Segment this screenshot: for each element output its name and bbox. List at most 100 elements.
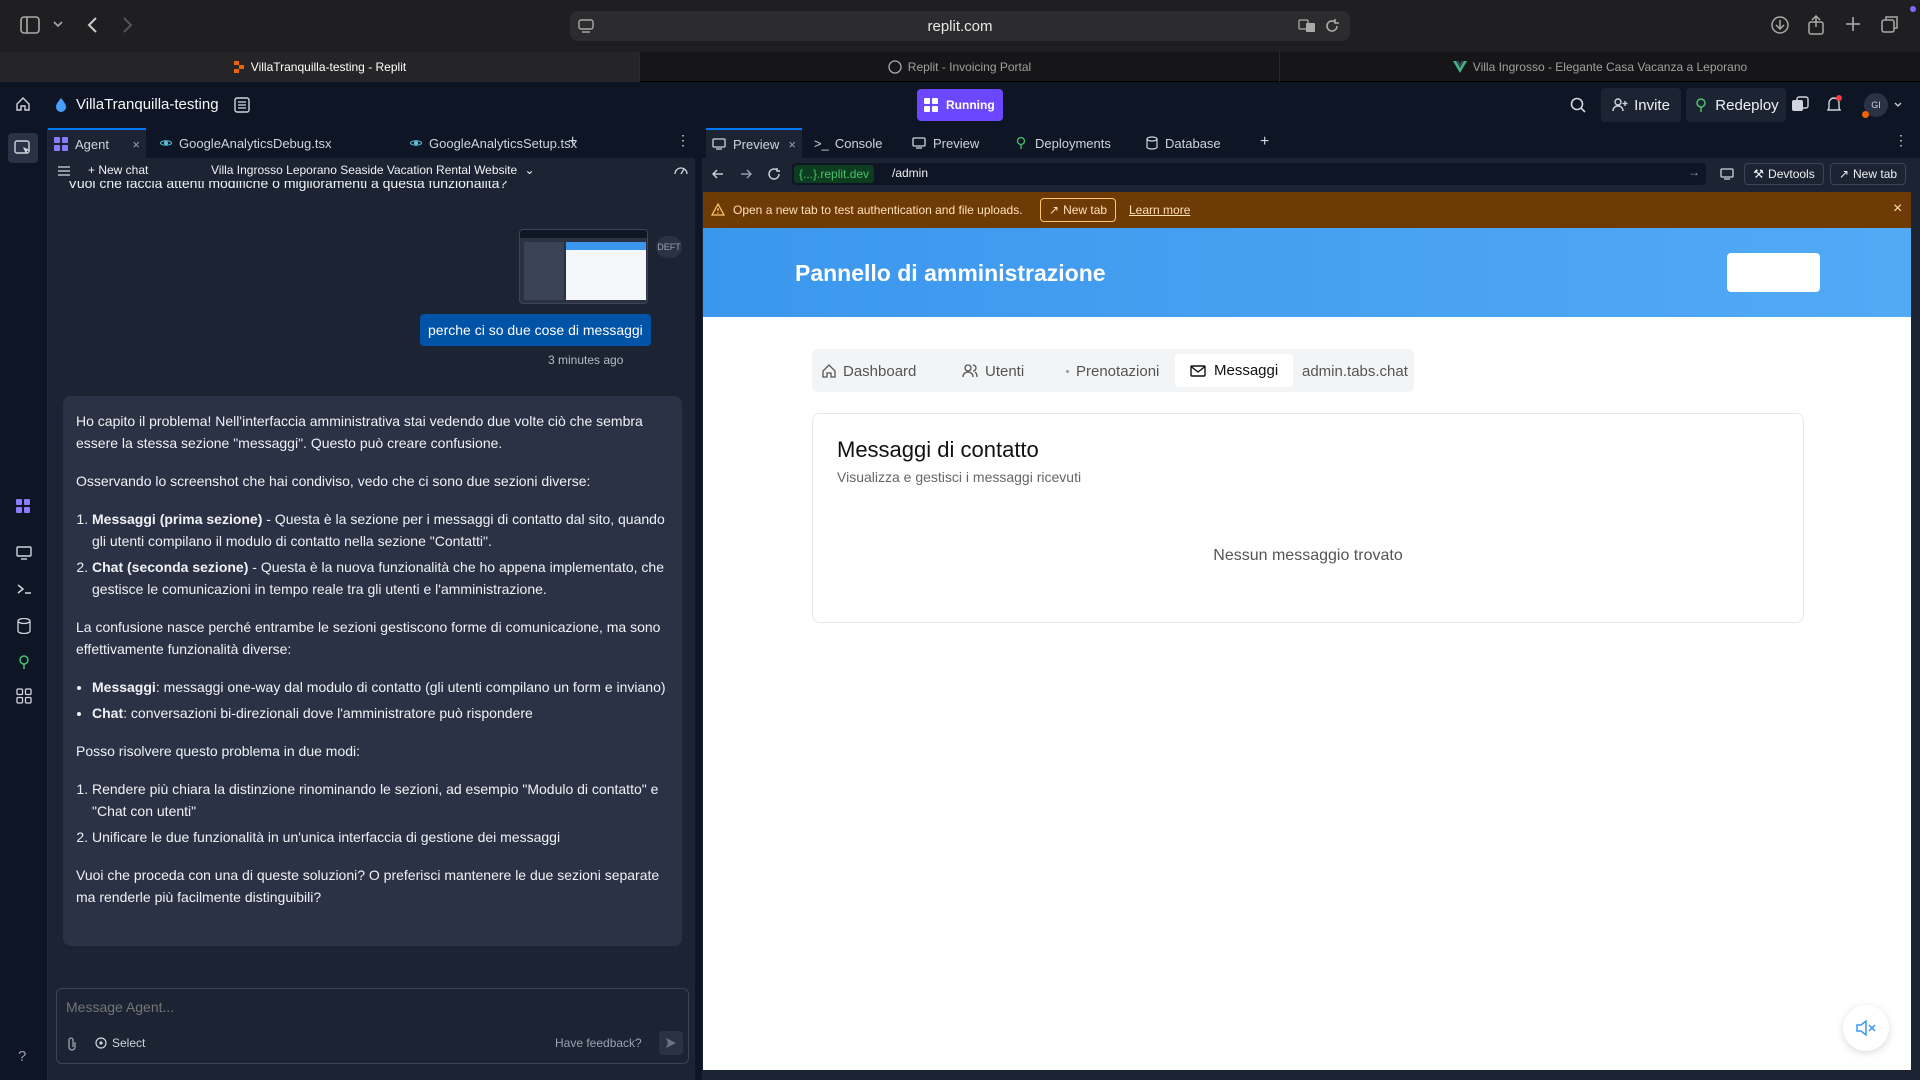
mute-button[interactable] [1843,1005,1889,1051]
home-icon[interactable] [15,96,31,112]
tab-label: Database [1165,135,1221,151]
preview-monitor-icon[interactable] [16,546,32,560]
download-icon[interactable] [1771,16,1789,34]
reload-icon[interactable] [1324,18,1340,34]
select-element-button[interactable]: Select [95,1036,145,1050]
tab-preview-2[interactable]: Preview [912,128,1002,158]
browser-tab-villa[interactable]: Villa Ingrosso - Elegante Casa Vacanza a… [1280,52,1920,82]
list-item: Unificare le due funzionalità in un'unic… [92,826,669,848]
agent-message: Ho capito il problema! Nell'interfaccia … [63,396,682,946]
forward-icon[interactable] [122,16,134,34]
tab-messaggi[interactable]: Messaggi [1175,354,1293,387]
chevron-down-icon[interactable] [53,20,63,28]
invite-label: Invite [1634,96,1670,114]
speedometer-icon[interactable] [674,164,688,176]
tab-console[interactable]: >_ Console [810,128,900,158]
address-bar[interactable]: replit.com [570,11,1350,41]
devtools-button[interactable]: ⚒ Devtools [1744,163,1824,185]
chevron-down-icon: ⌄ [524,163,535,177]
deployments-icon[interactable] [16,654,32,670]
go-arrow-icon[interactable]: → [1688,165,1700,179]
add-tab-icon[interactable]: + [1260,133,1269,151]
back-arrow-icon[interactable] [712,168,724,180]
tab-preview[interactable]: Preview × [706,128,802,158]
back-icon[interactable] [86,16,98,34]
tab-utenti[interactable]: Utenti [962,355,1024,387]
open-new-tab-button[interactable]: ↗ New tab [1830,163,1906,185]
panel-resize-handle[interactable] [695,128,702,1080]
explorer-button[interactable] [8,133,38,163]
monitor-icon [712,138,726,150]
tab-ga-setup[interactable]: GoogleAnalyticsSetup.tsx [358,128,578,158]
attach-icon[interactable] [66,1037,78,1051]
page-settings-icon[interactable] [578,19,594,33]
project-menu-icon[interactable] [234,97,250,113]
header-action-button[interactable] [1727,253,1820,292]
site-preview: Pannello di amministrazione Dashboard Ut… [703,228,1911,1070]
chat-title-dropdown[interactable]: Villa Ingrosso Leporano Seaside Vacation… [211,163,535,177]
all-tools-icon[interactable] [16,688,32,704]
thumbnail-page [566,242,646,300]
translate-icon[interactable] [1298,19,1316,33]
refresh-icon[interactable] [767,167,781,181]
agent-icon[interactable] [15,498,31,514]
warning-new-tab-button[interactable]: ↗ New tab [1040,198,1117,222]
project-name[interactable]: VillaTranquilla-testing [76,96,219,113]
tab-prenotazioni[interactable]: Prenotazioni [1066,355,1159,387]
more-options-icon[interactable]: ⋮ [1894,132,1908,149]
redeploy-button[interactable]: Redeploy [1686,88,1786,122]
tab-dashboard[interactable]: Dashboard [822,355,916,387]
close-icon[interactable]: × [132,137,140,152]
preview-address-field[interactable]: {...}.replit.dev /admin → [792,163,1706,185]
tab-database[interactable]: Database [1146,128,1246,158]
tab-overview-icon[interactable] [1881,15,1899,33]
react-file-icon [160,137,172,149]
browser-tab-invoicing[interactable]: Replit - Invoicing Portal [640,52,1280,82]
avatar-chevron-icon[interactable] [1894,102,1902,108]
search-icon[interactable] [1570,97,1586,113]
chat-title: Villa Ingrosso Leporano Seaside Vacation… [211,163,518,177]
domain-chip[interactable]: {...}.replit.dev [794,165,875,183]
external-link-icon: ↗ [1049,203,1060,217]
message-agent-input[interactable] [66,995,666,1019]
wrench-icon: ⚒ [1753,167,1765,181]
feedback-link[interactable]: Have feedback? [555,1036,642,1050]
tab-chat[interactable]: admin.tabs.chat [1302,355,1408,387]
tab-ga-debug[interactable]: GoogleAnalyticsDebug.tsx [152,128,352,158]
new-tab-plus-icon[interactable] [1845,16,1861,32]
device-icon[interactable] [1720,168,1734,180]
target-icon [95,1037,107,1049]
learn-more-link[interactable]: Learn more [1129,203,1190,217]
collab-icon[interactable] [1791,96,1809,114]
share-icon[interactable] [1808,15,1824,35]
avatar-initials: GI [1871,100,1881,110]
run-status-button[interactable]: Running [917,89,1003,121]
send-button[interactable] [659,1031,683,1055]
calendar-icon [1066,369,1069,373]
mail-icon [1190,364,1206,377]
card-subtitle: Visualizza e gestisci i messaggi ricevut… [837,469,1082,485]
add-tab-icon[interactable]: + [568,133,577,151]
new-chat-button[interactable]: + New chat [88,163,148,177]
message-composer: Select Have feedback? [56,988,689,1064]
sidebar-toggle-icon[interactable] [20,16,40,34]
invite-button[interactable]: Invite [1601,88,1681,122]
more-options-icon[interactable]: ⋮ [676,132,690,149]
admin-tabs: Dashboard Utenti Prenotazioni Messaggi a… [812,349,1414,392]
browser-toolbar: replit.com [0,0,1920,52]
chat-list-icon[interactable] [58,166,70,176]
tab-agent[interactable]: Agent × [48,128,146,158]
help-icon[interactable]: ? [18,1048,26,1065]
attached-screenshot-thumbnail[interactable] [519,229,648,304]
forward-arrow-icon[interactable] [740,168,752,180]
replit-favicon-icon [233,61,245,73]
database-icon[interactable] [17,618,31,634]
bell-icon[interactable] [1826,95,1842,113]
close-banner-icon[interactable]: × [1893,200,1902,218]
monitor-icon [912,137,926,149]
browser-tab-replit[interactable]: VillaTranquilla-testing - Replit [0,52,640,82]
tab-deployments[interactable]: Deployments [1014,128,1134,158]
close-icon[interactable]: × [788,137,796,152]
console-icon[interactable] [16,583,32,595]
browser-tab-bar: VillaTranquilla-testing - Replit Replit … [0,52,1920,82]
